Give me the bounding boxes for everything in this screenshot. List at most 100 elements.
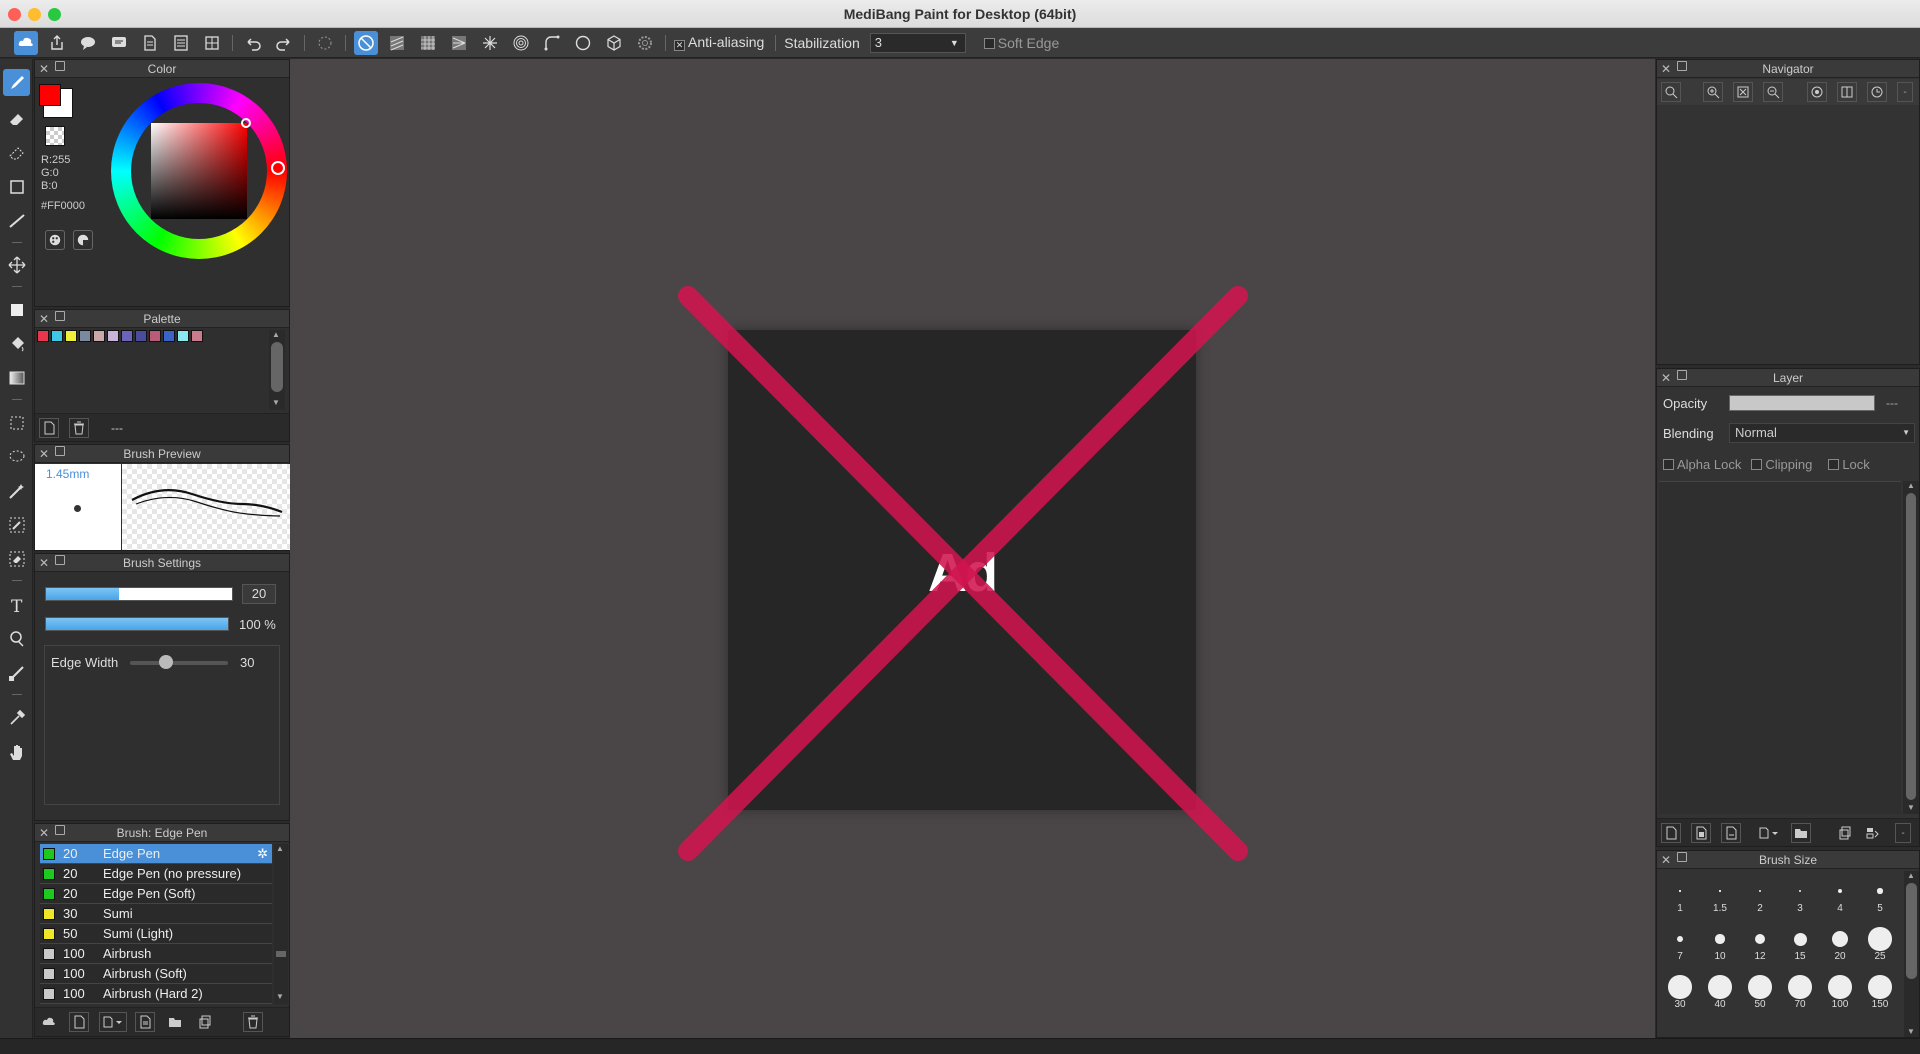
palette-swatch[interactable] xyxy=(107,330,119,342)
palette-swatch[interactable] xyxy=(51,330,63,342)
brush-list-scroll-thumb[interactable] xyxy=(276,951,286,957)
minimize-window-button[interactable] xyxy=(28,8,41,21)
brush-size-option[interactable]: 1.5 xyxy=(1701,879,1739,914)
palette-scrollbar[interactable]: ▲ ▼ xyxy=(269,330,285,410)
page-button[interactable] xyxy=(138,31,162,55)
brush-size-option[interactable]: 12 xyxy=(1741,927,1779,962)
merge-layer-button[interactable] xyxy=(1863,823,1883,843)
sv-picker-handle[interactable] xyxy=(241,118,251,128)
hand-tool[interactable] xyxy=(3,738,30,765)
new-layer-button[interactable] xyxy=(1661,823,1681,843)
bubble-tool[interactable] xyxy=(3,625,30,652)
layer-list-scrollbar[interactable]: ▲ ▼ xyxy=(1903,481,1919,814)
brush-list-item[interactable]: 100 Airbrush xyxy=(40,944,272,964)
duplicate-layer-button[interactable] xyxy=(1835,823,1855,843)
undock-icon[interactable] xyxy=(1677,852,1687,862)
select-eraser-tool[interactable] xyxy=(3,545,30,572)
layer-scroll-thumb[interactable] xyxy=(1906,493,1916,800)
rectangle-tool[interactable] xyxy=(3,173,30,200)
lock-toggle[interactable]: Lock xyxy=(1828,457,1870,472)
brush-size-option[interactable]: 25 xyxy=(1861,927,1899,962)
palette-swatch[interactable] xyxy=(121,330,133,342)
perspective-snap-button[interactable] xyxy=(602,31,626,55)
close-icon[interactable]: ✕ xyxy=(39,824,49,842)
layer-footer-menu[interactable]: - xyxy=(1895,823,1911,843)
brush-size-scrollbar[interactable]: ▲ ▼ xyxy=(1904,871,1919,1037)
brush-settings-gear-icon[interactable]: ✲ xyxy=(257,846,268,862)
scroll-up-icon[interactable]: ▲ xyxy=(276,844,284,853)
circle-snap-button[interactable] xyxy=(571,31,595,55)
comment-button[interactable] xyxy=(107,31,131,55)
new-8bit-layer-button[interactable] xyxy=(1721,823,1741,843)
brush-size-option[interactable]: 30 xyxy=(1661,975,1699,1010)
undock-icon[interactable] xyxy=(55,825,65,835)
speech-bubble-button[interactable] xyxy=(76,31,100,55)
move-tool[interactable] xyxy=(3,251,30,278)
palette-swatch[interactable] xyxy=(65,330,77,342)
new-brush-button[interactable] xyxy=(69,1012,89,1032)
scroll-up-icon[interactable]: ▲ xyxy=(1907,481,1915,490)
close-icon[interactable]: ✕ xyxy=(39,445,49,463)
close-icon[interactable]: ✕ xyxy=(39,60,49,78)
new-halftone-layer-button[interactable] xyxy=(1691,823,1711,843)
close-window-button[interactable] xyxy=(8,8,21,21)
hue-picker-handle[interactable] xyxy=(271,161,285,175)
brush-list-item[interactable]: 100 Airbrush (Soft) xyxy=(40,964,272,984)
concentric-snap-button[interactable] xyxy=(509,31,533,55)
snap-settings-button[interactable] xyxy=(633,31,657,55)
layer-list[interactable] xyxy=(1659,481,1901,814)
brush-size-slider[interactable] xyxy=(45,587,233,601)
brush-size-input[interactable]: 20 xyxy=(242,584,276,604)
ad-placeholder[interactable]: Ad xyxy=(728,330,1196,810)
text-tool[interactable]: T xyxy=(3,591,30,618)
scroll-down-icon[interactable]: ▼ xyxy=(1907,1027,1915,1036)
alpha-lock-checkbox[interactable] xyxy=(1663,459,1674,470)
scroll-down-icon[interactable]: ▼ xyxy=(276,992,284,1001)
brush-size-option[interactable]: 4 xyxy=(1821,879,1859,914)
close-icon[interactable]: ✕ xyxy=(39,554,49,572)
palette-swatch[interactable] xyxy=(135,330,147,342)
layer-opacity-slider[interactable] xyxy=(1729,395,1875,411)
clipping-checkbox[interactable] xyxy=(1751,459,1763,470)
snap-off-button[interactable] xyxy=(354,30,378,55)
soft-edge-toggle[interactable]: Soft Edge xyxy=(983,35,1059,51)
undock-icon[interactable] xyxy=(55,446,65,456)
palette-swatch[interactable] xyxy=(191,330,203,342)
transparent-color-swatch[interactable] xyxy=(45,126,65,146)
undock-icon[interactable] xyxy=(1677,61,1687,71)
brush-size-option[interactable]: 3 xyxy=(1781,879,1819,914)
brush-size-option[interactable]: 50 xyxy=(1741,975,1779,1010)
lasso-tool[interactable] xyxy=(3,443,30,470)
duplicate-brush-button[interactable] xyxy=(135,1012,155,1032)
medibang-menu-button[interactable] xyxy=(14,30,38,55)
brush-size-option[interactable]: 1 xyxy=(1661,879,1699,914)
undock-icon[interactable] xyxy=(55,61,65,71)
scroll-down-icon[interactable]: ▼ xyxy=(272,398,280,407)
brush-list-item[interactable]: 20 Edge Pen (Soft) xyxy=(40,884,272,904)
close-icon[interactable]: ✕ xyxy=(39,310,49,328)
stabilization-select[interactable]: 3 ▼ xyxy=(869,32,966,53)
bucket-tool[interactable] xyxy=(3,330,30,357)
flip-button[interactable] xyxy=(1837,82,1857,102)
fill-rect-tool[interactable] xyxy=(3,296,30,323)
zoom-out-button[interactable] xyxy=(1763,82,1783,102)
brush-copy-button[interactable] xyxy=(195,1012,215,1032)
rotate-left-button[interactable] xyxy=(1807,82,1827,102)
select-tool[interactable] xyxy=(3,409,30,436)
maximize-window-button[interactable] xyxy=(48,8,61,21)
dot-eraser-tool[interactable] xyxy=(3,139,30,166)
brush-list-item[interactable]: 50 Sumi (Light) xyxy=(40,924,272,944)
grid-snap-button[interactable] xyxy=(416,31,440,55)
scroll-up-icon[interactable]: ▲ xyxy=(272,330,280,339)
brush-size-option[interactable]: 7 xyxy=(1661,927,1699,962)
page-grid-button[interactable] xyxy=(200,31,224,55)
palette-swatch[interactable] xyxy=(149,330,161,342)
brush-tool[interactable] xyxy=(3,69,30,96)
brush-size-option[interactable]: 150 xyxy=(1861,975,1899,1010)
undock-icon[interactable] xyxy=(55,311,65,321)
brush-size-option[interactable]: 15 xyxy=(1781,927,1819,962)
clipping-toggle[interactable]: Clipping xyxy=(1751,457,1812,472)
palette-swatch[interactable] xyxy=(93,330,105,342)
brush-folder-button[interactable] xyxy=(165,1012,185,1032)
brush-size-option[interactable]: 20 xyxy=(1821,927,1859,962)
